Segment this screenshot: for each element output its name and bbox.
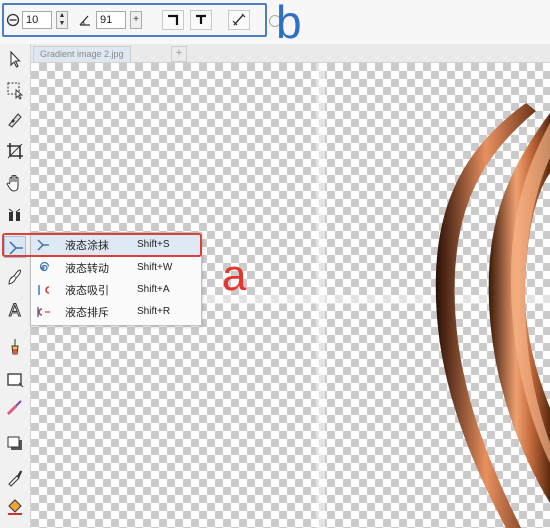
paint-tool-icon[interactable] xyxy=(4,396,26,418)
flyout-item-label: 液态排斥 xyxy=(65,306,109,319)
color-pick-tool-icon[interactable] xyxy=(4,336,26,358)
effects-tool-icon[interactable] xyxy=(4,204,26,226)
text-tool-icon[interactable]: A xyxy=(4,298,26,322)
property-bar: 10 ▲ ▼ 91 + b xyxy=(0,0,550,48)
flyout-item-label: 液态吸引 xyxy=(65,284,109,297)
crop-tool-icon[interactable] xyxy=(4,140,26,162)
flyout-item-twirl[interactable]: 液态转动 Shift+W xyxy=(31,257,201,278)
toolbox: A xyxy=(0,44,31,528)
document-tab[interactable]: Gradient image 2.jpg xyxy=(33,46,131,62)
flyout-item-label: 液态转动 xyxy=(65,262,109,275)
flyout-item-shortcut: Shift+A xyxy=(137,284,170,295)
callout-label-a: a xyxy=(222,251,247,300)
shadow-tool-icon[interactable] xyxy=(4,432,26,454)
flyout-item-shortcut: Shift+W xyxy=(137,262,173,273)
svg-text:A: A xyxy=(9,301,21,320)
pointer-tool-icon[interactable] xyxy=(4,48,26,70)
flyout-item-shortcut: Shift+R xyxy=(137,306,171,317)
flyout-item-attract[interactable]: 液态吸引 Shift+A xyxy=(31,279,201,300)
attract-icon xyxy=(31,279,55,300)
hand-tool-icon[interactable] xyxy=(4,172,26,194)
transform-tool-icon[interactable] xyxy=(4,78,26,100)
fill-tool-icon[interactable] xyxy=(4,496,26,518)
flyout-item-repel[interactable]: 液态排斥 Shift+R xyxy=(31,301,201,322)
callout-box-a xyxy=(2,233,202,257)
repel-icon xyxy=(31,301,55,322)
callout-box-b xyxy=(2,3,267,37)
rectangle-tool-icon[interactable] xyxy=(4,368,26,390)
shape-edit-tool-icon[interactable] xyxy=(4,108,26,130)
eyedropper-tool-icon[interactable] xyxy=(4,466,26,488)
document-tab-bar: Gradient image 2.jpg + xyxy=(31,44,550,63)
add-tab-button[interactable]: + xyxy=(171,46,187,62)
brush-tool-icon[interactable] xyxy=(4,266,26,288)
twirl-icon xyxy=(31,257,55,278)
